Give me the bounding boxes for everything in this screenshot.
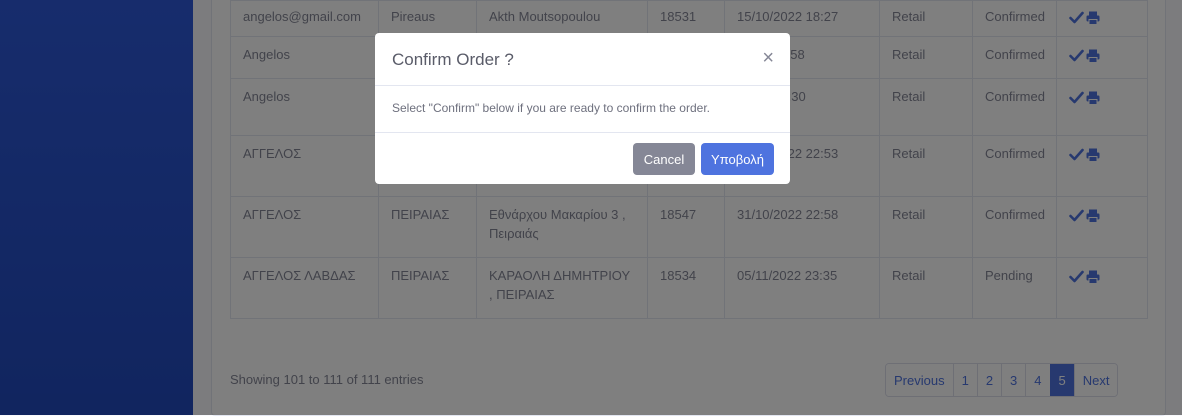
submit-button[interactable]: Υποβολή	[701, 143, 774, 175]
modal-header: Confirm Order ? ×	[375, 33, 790, 86]
modal-title: Confirm Order ?	[392, 50, 514, 69]
confirm-order-modal: Confirm Order ? × Select "Confirm" below…	[375, 33, 790, 184]
close-icon[interactable]: ×	[762, 47, 774, 70]
cancel-button[interactable]: Cancel	[633, 143, 695, 175]
modal-footer: Cancel Υποβολή	[375, 133, 790, 184]
modal-message: Select "Confirm" below if you are ready …	[392, 101, 710, 115]
modal-body: Select "Confirm" below if you are ready …	[375, 86, 790, 133]
